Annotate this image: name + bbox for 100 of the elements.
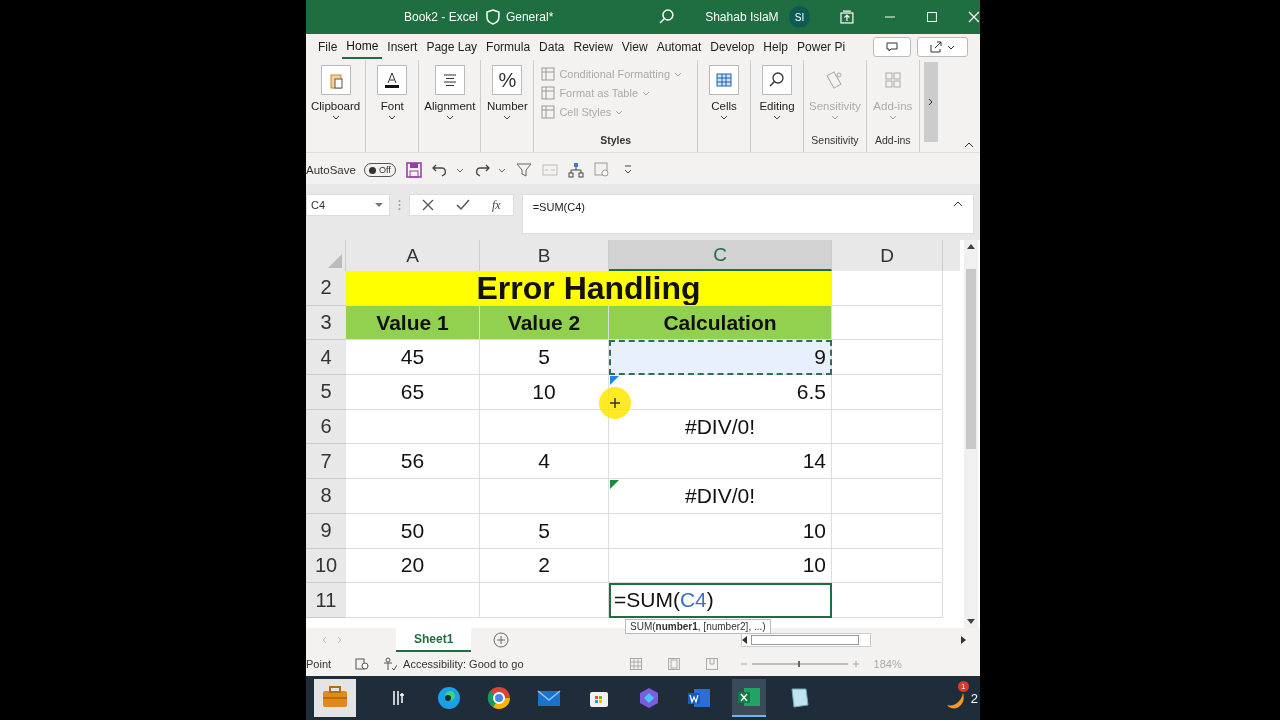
- caret-icon: [455, 167, 464, 173]
- table-cell: 65: [346, 375, 480, 410]
- table-format-icon: [541, 105, 556, 119]
- redo-icon[interactable]: [473, 162, 490, 178]
- ribbon-tab[interactable]: Develop: [706, 36, 759, 58]
- caret-icon: [830, 115, 839, 120]
- table-search-icon[interactable]: [593, 162, 610, 178]
- share-button[interactable]: [917, 37, 968, 57]
- shield-icon: [486, 9, 500, 25]
- formula-field[interactable]: =SUM(C4): [521, 194, 974, 234]
- ribbon-button[interactable]: Editing: [754, 65, 801, 134]
- hierarchy-icon[interactable]: [567, 162, 584, 178]
- scrollbar-thumb[interactable]: [751, 635, 860, 645]
- row-header[interactable]: 10: [306, 548, 346, 584]
- ribbon-tab[interactable]: Data: [535, 36, 569, 58]
- table-cell: 50: [346, 513, 480, 549]
- row-header[interactable]: 8: [306, 479, 346, 514]
- save-icon[interactable]: [405, 162, 422, 178]
- close-icon[interactable]: [968, 11, 980, 23]
- function-tooltip: SUM(number1, [number2], ...): [625, 619, 771, 635]
- insert-function-button[interactable]: fx: [492, 197, 501, 213]
- ribbon-tab[interactable]: Home: [342, 35, 383, 59]
- grip-icon: [398, 199, 401, 211]
- table-cell: Value 2: [480, 305, 609, 341]
- horizontal-scrollbar[interactable]: [741, 633, 872, 647]
- caret-icon: [674, 71, 683, 77]
- table-cell: 2: [480, 548, 609, 584]
- ribbon-tab[interactable]: Help: [759, 36, 793, 58]
- upload-icon[interactable]: [840, 10, 855, 24]
- tag-icon: [824, 70, 845, 90]
- table-cell: 4: [480, 444, 609, 480]
- column-header[interactable]: C: [609, 240, 832, 271]
- row-header[interactable]: 3: [306, 305, 346, 341]
- add-sheet-icon[interactable]: [493, 632, 510, 648]
- ribbon-button[interactable]: Cells: [701, 65, 748, 134]
- caret-icon: [773, 115, 782, 120]
- copied-cell[interactable]: 9: [609, 340, 832, 376]
- corner-triangle-icon: [328, 254, 342, 268]
- ribbon-tab[interactable]: Formula: [482, 36, 535, 58]
- collapse-icon[interactable]: [964, 142, 974, 148]
- macro-record-icon[interactable]: [355, 658, 370, 670]
- table-cell: Value 1: [346, 305, 480, 341]
- status-mode: Point: [306, 658, 332, 670]
- enter-icon[interactable]: [456, 199, 470, 211]
- ribbon-tab[interactable]: Automat: [652, 36, 706, 58]
- table-cell: #DIV/0!: [609, 479, 832, 514]
- collapse-icon[interactable]: [953, 201, 963, 207]
- table-cell: 5: [480, 513, 609, 549]
- ribbon-tab[interactable]: Power Pi: [793, 36, 850, 58]
- ribbon-tab[interactable]: File: [314, 36, 342, 58]
- scroll-down-icon: [967, 619, 975, 624]
- row-header[interactable]: 4: [306, 340, 346, 376]
- table-cell: Calculation: [609, 305, 832, 341]
- row-header[interactable]: 7: [306, 444, 346, 480]
- undo-icon[interactable]: [431, 162, 448, 178]
- table-cell: 10: [609, 513, 832, 549]
- table-cell: 10: [609, 548, 832, 584]
- scrollbar-thumb[interactable]: [966, 269, 976, 449]
- ribbon-tab[interactable]: View: [617, 36, 652, 58]
- ribbon-button[interactable]: Clipboard: [309, 65, 363, 134]
- table-format-icon: [541, 67, 556, 81]
- row-header[interactable]: 2: [306, 271, 346, 306]
- caret-icon: [497, 167, 506, 173]
- comment-icon: [886, 42, 898, 52]
- user-name: Shahab IslaM: [705, 10, 779, 24]
- filter-icon[interactable]: [515, 162, 532, 178]
- share-icon: [930, 41, 942, 53]
- accessibility-status[interactable]: Accessibility: Good to go: [403, 658, 524, 670]
- ribbon-button[interactable]: Alignment: [422, 65, 478, 134]
- maximize-icon[interactable]: [926, 11, 939, 23]
- window-title: Book2 - Excel: [404, 10, 479, 24]
- ribbon-tab[interactable]: Review: [569, 36, 617, 58]
- ribbon-button[interactable]: % Number: [484, 65, 531, 134]
- percent-icon: %: [498, 68, 517, 92]
- caret-icon: [720, 115, 729, 120]
- vertical-scrollbar[interactable]: [964, 240, 978, 628]
- column-header[interactable]: D: [832, 240, 943, 271]
- ribbon-tab[interactable]: Page Lay: [422, 36, 482, 58]
- group-label: Add-ins: [875, 134, 911, 146]
- row-header[interactable]: 6: [306, 409, 346, 445]
- table-cell: 20: [346, 548, 480, 584]
- ribbon-tab[interactable]: Insert: [383, 36, 422, 58]
- caret-icon: [615, 109, 624, 115]
- row-header[interactable]: 11: [306, 583, 346, 618]
- cancel-icon[interactable]: [422, 199, 434, 211]
- zoom-slider-icon[interactable]: [739, 659, 860, 669]
- table-grid-icon: [714, 70, 735, 90]
- user-avatar[interactable]: SI: [788, 6, 811, 28]
- sheet-tab[interactable]: Sheet1: [396, 628, 472, 652]
- row-header[interactable]: 9: [306, 513, 346, 549]
- accessibility-icon[interactable]: [383, 657, 398, 671]
- ribbon-button[interactable]: Font: [369, 65, 416, 134]
- comments-button[interactable]: [873, 37, 911, 57]
- name-box[interactable]: C4: [306, 194, 390, 216]
- caret-icon: [888, 115, 897, 120]
- scroll-right-icon[interactable]: [961, 636, 967, 644]
- row-header[interactable]: 5: [306, 375, 346, 410]
- caret-icon: [388, 115, 397, 120]
- search-icon[interactable]: [659, 9, 676, 25]
- table-format-icon: [541, 86, 556, 100]
